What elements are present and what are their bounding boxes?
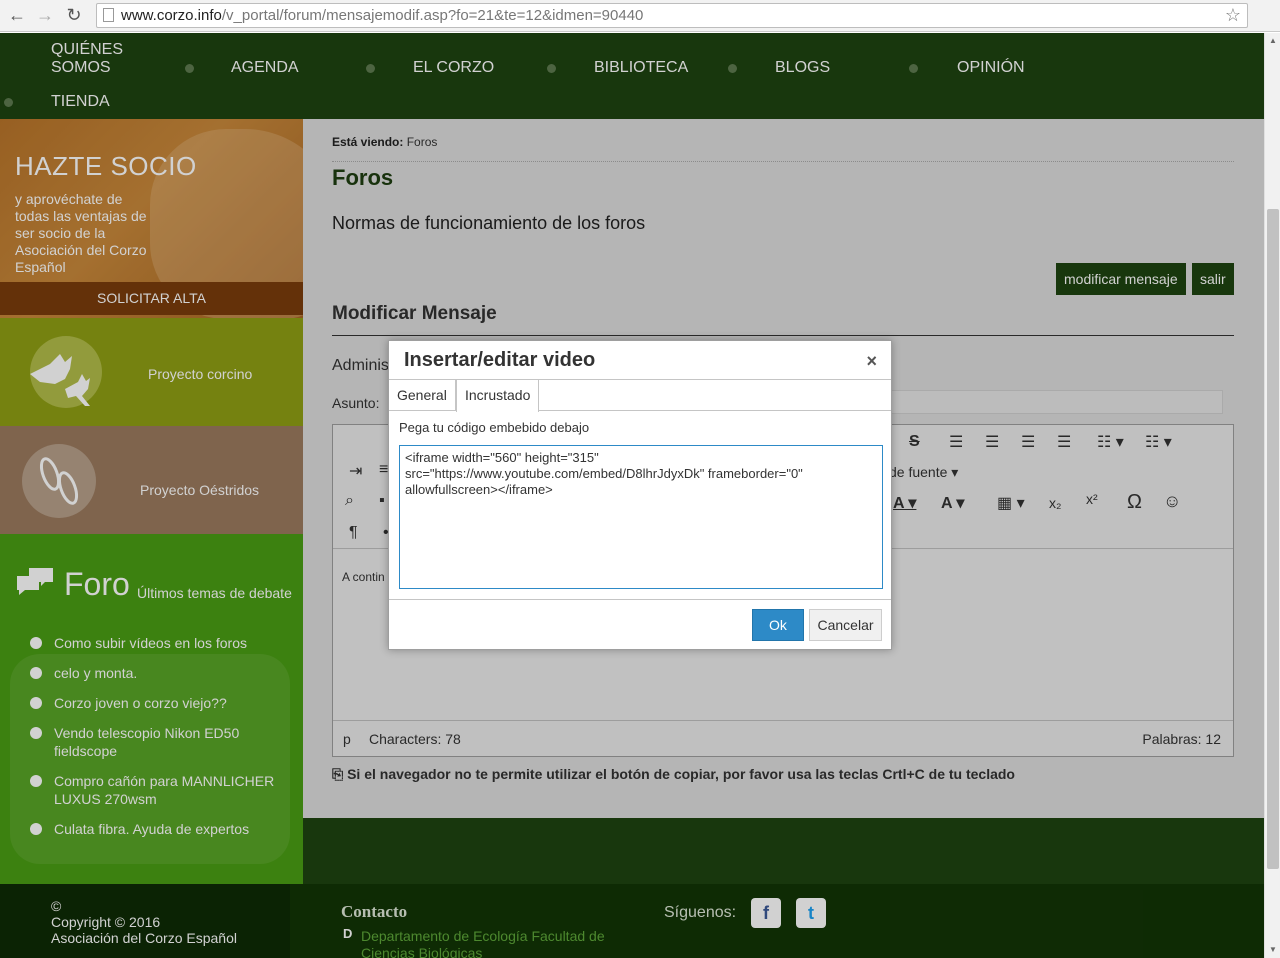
- url-host: www.corzo.info: [121, 7, 222, 24]
- ok-button[interactable]: Ok: [752, 609, 804, 641]
- bookmark-star-icon[interactable]: ☆: [1225, 4, 1241, 27]
- scroll-up-icon[interactable]: ▲: [1265, 33, 1280, 49]
- close-icon[interactable]: ×: [866, 351, 877, 372]
- cancel-button[interactable]: Cancelar: [809, 609, 882, 641]
- scroll-down-icon[interactable]: ▼: [1265, 942, 1280, 958]
- scrollbar-thumb[interactable]: [1267, 209, 1279, 869]
- address-bar[interactable]: www.corzo.info/v_portal/forum/mensajemod…: [96, 3, 1248, 28]
- web-page: QUIÉNES SOMOS AGENDA EL CORZO BIBLIOTECA…: [0, 33, 1264, 958]
- dialog-footer: Ok Cancelar: [389, 599, 891, 649]
- dialog-tabs: General Incrustado: [389, 379, 891, 412]
- tab-general[interactable]: General: [389, 380, 456, 411]
- forward-icon[interactable]: →: [34, 4, 56, 26]
- tab-incrustado[interactable]: Incrustado: [456, 380, 540, 412]
- page-scrollbar[interactable]: ▲ ▼: [1264, 33, 1280, 958]
- url-path: /v_portal/forum/mensajemodif.asp?fo=21&t…: [221, 7, 644, 24]
- back-icon[interactable]: ←: [6, 4, 28, 26]
- embed-code-label: Pega tu código embebido debajo: [399, 420, 590, 435]
- embed-code-textarea[interactable]: <iframe width="560" height="315" src="ht…: [399, 445, 883, 589]
- reload-icon[interactable]: ↻: [63, 4, 85, 26]
- insert-video-dialog: Insertar/editar video × General Incrusta…: [388, 340, 892, 650]
- page-icon: [103, 8, 114, 22]
- browser-chrome: ← → ↻ www.corzo.info/v_portal/forum/mens…: [0, 0, 1280, 32]
- dialog-title: Insertar/editar video: [404, 349, 596, 371]
